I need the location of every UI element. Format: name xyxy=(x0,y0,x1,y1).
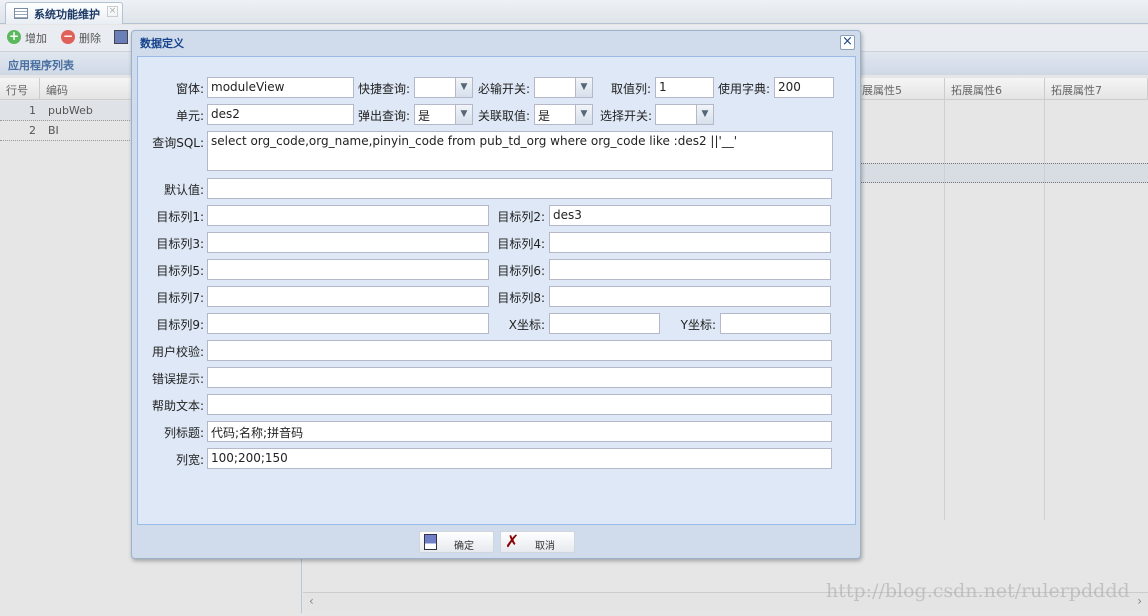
target9-field[interactable] xyxy=(207,313,489,334)
form-label: 窗体: xyxy=(175,82,204,96)
chevron-down-icon[interactable]: ▼ xyxy=(696,105,713,124)
value-col-value: 1 xyxy=(659,80,667,94)
popup-query-label: 弹出查询: xyxy=(357,109,410,123)
scroll-left-icon[interactable]: ‹ xyxy=(309,594,314,608)
dictionary-value: 200 xyxy=(778,80,801,94)
linked-value-value: 是 xyxy=(538,109,551,123)
select-switch-select[interactable]: ▼ xyxy=(655,104,714,125)
column-header-ext6[interactable]: 拓展属性6 xyxy=(945,78,1045,100)
target9-label: 目标列9: xyxy=(156,318,204,332)
target1-field[interactable] xyxy=(207,205,489,226)
row-code: BI xyxy=(48,124,59,137)
target2-field[interactable]: des3 xyxy=(549,205,831,226)
sql-textarea[interactable]: select org_code,org_name,pinyin_code fro… xyxy=(207,131,833,171)
target1-label: 目标列1: xyxy=(156,210,204,224)
target3-label: 目标列3: xyxy=(156,237,204,251)
validation-label: 用户校验: xyxy=(151,345,204,359)
form-value: moduleView xyxy=(211,80,285,94)
chevron-down-icon[interactable]: ▼ xyxy=(455,105,472,124)
required-select[interactable]: ▼ xyxy=(534,77,593,98)
target7-field[interactable] xyxy=(207,286,489,307)
column-header-row-no[interactable]: 行号 xyxy=(0,78,40,100)
ok-button[interactable]: 确定 xyxy=(419,531,494,553)
col-titles-field[interactable]: 代码;名称;拼音码 xyxy=(207,421,832,442)
x-label: X坐标: xyxy=(508,318,545,332)
row-number: 1 xyxy=(29,104,36,117)
x-icon: ✗ xyxy=(505,532,520,552)
chevron-down-icon[interactable]: ▼ xyxy=(575,105,592,124)
quick-query-label: 快捷查询: xyxy=(357,82,410,96)
target5-label: 目标列5: xyxy=(156,264,204,278)
column-header-ext7[interactable]: 拓展属性7 xyxy=(1045,78,1148,100)
linked-value-select[interactable]: 是 ▼ xyxy=(534,104,593,125)
dictionary-field[interactable]: 200 xyxy=(774,77,834,98)
y-label: Y坐标: xyxy=(680,318,716,332)
target5-field[interactable] xyxy=(207,259,489,280)
minus-icon: − xyxy=(61,29,75,44)
save-icon[interactable] xyxy=(114,30,128,44)
target6-label: 目标列6: xyxy=(497,264,545,278)
value-col-label: 取值列: xyxy=(610,82,651,96)
dialog-title: 数据定义 xyxy=(140,37,184,50)
select-switch-label: 选择开关: xyxy=(599,109,652,123)
col-titles-label: 列标题: xyxy=(163,426,204,440)
target8-field[interactable] xyxy=(549,286,831,307)
sql-value: select org_code,org_name,pinyin_code fro… xyxy=(211,134,738,148)
target2-label: 目标列2: xyxy=(497,210,545,224)
chevron-down-icon[interactable]: ▼ xyxy=(455,78,472,97)
target2-value: des3 xyxy=(553,208,582,222)
unit-label: 单元: xyxy=(175,109,204,123)
help-label: 帮助文本: xyxy=(151,399,204,413)
target8-label: 目标列8: xyxy=(497,291,545,305)
linked-value-label: 关联取值: xyxy=(477,109,530,123)
value-col-field[interactable]: 1 xyxy=(655,77,714,98)
validation-field[interactable] xyxy=(207,340,832,361)
unit-value: des2 xyxy=(211,107,240,121)
error-field[interactable] xyxy=(207,367,832,388)
close-tab-icon[interactable]: × xyxy=(107,6,118,17)
scroll-right-icon[interactable]: › xyxy=(1137,594,1142,608)
save-icon xyxy=(424,534,437,550)
y-field[interactable] xyxy=(720,313,831,334)
tab-label: 系统功能维护 xyxy=(34,8,100,21)
row-code: pubWeb xyxy=(48,104,93,117)
target4-field[interactable] xyxy=(549,232,831,253)
close-icon[interactable]: × xyxy=(840,35,855,50)
sql-label: 查询SQL: xyxy=(152,136,204,150)
add-label: 增加 xyxy=(25,32,47,45)
required-label: 必输开关: xyxy=(477,82,530,96)
col-widths-label: 列宽: xyxy=(175,453,204,467)
help-field[interactable] xyxy=(207,394,832,415)
popup-query-value: 是 xyxy=(418,109,431,123)
cancel-button[interactable]: ✗ 取消 xyxy=(500,531,575,553)
watermark: http://blog.csdn.net/rulerpdddd xyxy=(826,580,1130,602)
row-number: 2 xyxy=(29,124,36,137)
ok-label: 确定 xyxy=(454,541,474,552)
target6-field[interactable] xyxy=(549,259,831,280)
unit-field[interactable]: des2 xyxy=(207,104,354,125)
target3-field[interactable] xyxy=(207,232,489,253)
default-label: 默认值: xyxy=(163,183,204,197)
delete-button[interactable]: − 删除 xyxy=(61,30,101,46)
target7-label: 目标列7: xyxy=(156,291,204,305)
delete-label: 删除 xyxy=(79,32,101,45)
plus-icon: + xyxy=(7,29,21,44)
x-field[interactable] xyxy=(549,313,660,334)
col-widths-field[interactable]: 100;200;150 xyxy=(207,448,832,469)
list-icon xyxy=(14,8,28,19)
col-titles-value: 代码;名称;拼音码 xyxy=(211,426,304,440)
default-field[interactable] xyxy=(207,178,832,199)
tab-system-maintenance[interactable]: 系统功能维护 × xyxy=(5,2,123,24)
tab-bar: 系统功能维护 × xyxy=(0,0,1148,24)
col-widths-value: 100;200;150 xyxy=(211,451,288,465)
dictionary-label: 使用字典: xyxy=(717,82,770,96)
quick-query-select[interactable]: ▼ xyxy=(414,77,473,98)
cancel-label: 取消 xyxy=(535,541,555,552)
chevron-down-icon[interactable]: ▼ xyxy=(575,78,592,97)
form-field[interactable]: moduleView xyxy=(207,77,354,98)
add-button[interactable]: + 增加 xyxy=(7,30,47,46)
error-label: 错误提示: xyxy=(151,372,204,386)
popup-query-select[interactable]: 是 ▼ xyxy=(414,104,473,125)
target4-label: 目标列4: xyxy=(497,237,545,251)
